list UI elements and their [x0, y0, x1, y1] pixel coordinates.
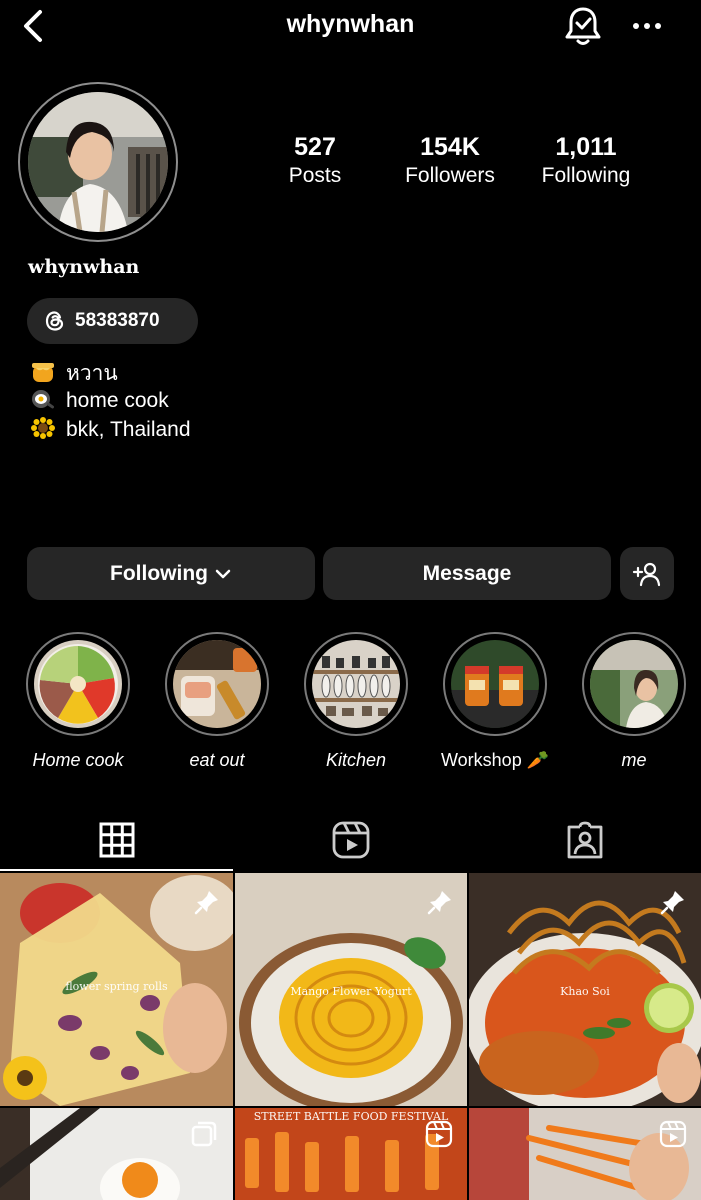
- tab-tagged[interactable]: [468, 810, 701, 870]
- bio-line: bkk, Thailand: [30, 416, 191, 444]
- tab-reels[interactable]: [234, 810, 467, 870]
- bio-text: หวาน: [66, 362, 118, 385]
- add-user-icon: [632, 562, 661, 586]
- stat-followers[interactable]: 154K Followers: [380, 132, 520, 190]
- reels-icon: [659, 1120, 687, 1148]
- grid-post[interactable]: [0, 1108, 233, 1200]
- grid-post[interactable]: STREET BATTLE FOOD FESTIVAL: [235, 1108, 467, 1200]
- frying-pan-egg-icon: [32, 390, 54, 409]
- active-tab-indicator: [0, 869, 233, 871]
- carousel-icon: [191, 1121, 217, 1147]
- highlight-me[interactable]: me: [580, 632, 688, 771]
- profile-name: whynwhan: [28, 256, 140, 278]
- following-button-label: Following: [110, 561, 208, 585]
- highlight-kitchen[interactable]: Kitchen: [302, 632, 410, 771]
- more-horizontal-icon[interactable]: [628, 12, 666, 40]
- post-overlay-text: Khao Soi: [560, 985, 610, 998]
- highlight-label: me: [621, 750, 647, 770]
- posts-label: Posts: [288, 164, 342, 187]
- message-button-label: Message: [422, 561, 512, 585]
- following-label: Following: [541, 164, 631, 187]
- avatar[interactable]: [28, 92, 168, 232]
- bio-line: home cook: [30, 387, 169, 415]
- highlight-label: eat out: [189, 750, 245, 770]
- post-overlay-text: flower spring rolls: [65, 980, 168, 993]
- sunflower-icon: [31, 417, 55, 439]
- highlight-home-cook[interactable]: Home cook: [24, 632, 132, 771]
- following-count: 1,011: [555, 133, 617, 161]
- message-button[interactable]: Message: [323, 547, 611, 600]
- grid-post[interactable]: Mango Flower Yogurt: [235, 873, 467, 1106]
- highlight-eat-out[interactable]: eat out: [163, 632, 271, 771]
- highlight-label: Workshop 🥕: [441, 750, 550, 770]
- grid-post[interactable]: flower spring rolls: [0, 873, 233, 1106]
- grid-post[interactable]: Khao Soi: [469, 873, 701, 1106]
- tagged-icon: [567, 821, 602, 859]
- bio-text: bkk, Thailand: [66, 418, 191, 441]
- stat-posts[interactable]: 527 Posts: [245, 132, 385, 190]
- threads-badge[interactable]: 58383870: [27, 298, 198, 344]
- highlight-label: Kitchen: [325, 750, 387, 770]
- add-user-button[interactable]: [620, 547, 674, 600]
- following-button[interactable]: Following: [27, 547, 315, 600]
- highlight-workshop[interactable]: Workshop 🥕: [441, 632, 549, 771]
- bio-text: home cook: [66, 389, 169, 412]
- threads-icon: [45, 311, 64, 331]
- reels-icon: [332, 821, 369, 859]
- bell-check-icon[interactable]: [562, 4, 604, 48]
- pin-icon: [194, 891, 218, 915]
- posts-count: 527: [294, 133, 336, 161]
- reels-icon: [425, 1120, 453, 1148]
- grid-post[interactable]: [469, 1108, 701, 1200]
- grid-icon: [99, 822, 134, 858]
- pin-icon: [427, 891, 451, 915]
- tab-grid[interactable]: [0, 810, 233, 870]
- bio-line: หวาน: [30, 360, 118, 388]
- threads-number: 58383870: [75, 310, 160, 331]
- followers-label: Followers: [405, 164, 495, 187]
- post-overlay-text: Mango Flower Yogurt: [290, 985, 412, 998]
- stat-following[interactable]: 1,011 Following: [516, 132, 656, 190]
- pin-icon: [660, 891, 684, 915]
- highlight-label: Home cook: [32, 750, 124, 770]
- honey-pot-icon: [32, 363, 54, 382]
- chevron-down-icon: [215, 569, 231, 578]
- followers-count: 154K: [420, 133, 480, 161]
